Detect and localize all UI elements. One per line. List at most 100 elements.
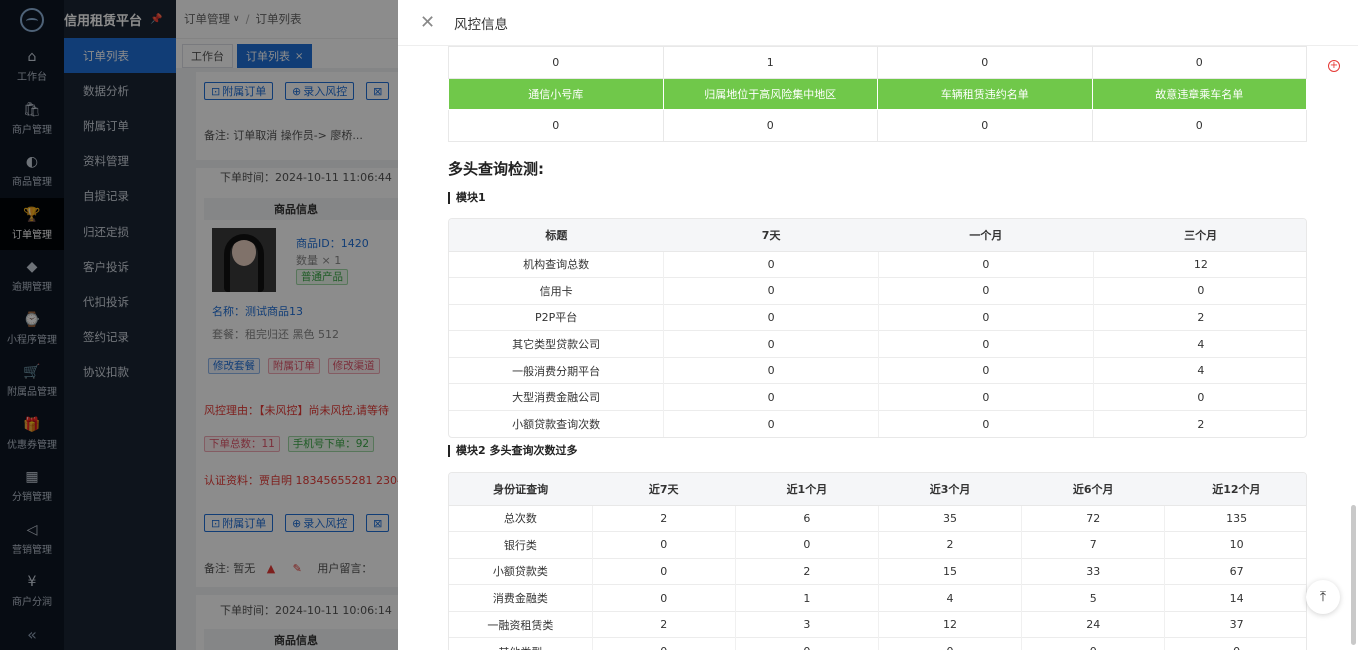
table-cell: 3 bbox=[735, 610, 879, 638]
table-cell: 0 bbox=[878, 303, 1094, 331]
table-cell: P2P平台 bbox=[449, 303, 665, 331]
table-cell: 2 bbox=[735, 557, 879, 585]
table-cell: 2 bbox=[878, 531, 1023, 559]
table-cell: 12 bbox=[1093, 250, 1306, 278]
column-header: 近7天 bbox=[592, 473, 736, 506]
table-cell: 0 bbox=[663, 356, 879, 384]
column-header: 一个月 bbox=[878, 219, 1094, 252]
table-row: 机构查询总数 0 0 12 bbox=[449, 250, 1306, 278]
table-cell: 小额贷款查询次数 bbox=[449, 410, 665, 438]
table-cell: 0 bbox=[1093, 277, 1306, 305]
table-cell: 12 bbox=[878, 610, 1023, 638]
table-cell: 0 bbox=[592, 637, 736, 650]
module-title: 模块1 bbox=[448, 192, 486, 204]
table-cell: 0 bbox=[592, 584, 736, 612]
drawer-title: 风控信息 bbox=[454, 16, 508, 33]
table-cell: 银行类 bbox=[449, 531, 593, 559]
table-cell: 0 bbox=[448, 109, 664, 142]
table-cell: 0 bbox=[878, 410, 1094, 438]
table-cell: 4 bbox=[1093, 356, 1306, 384]
table-cell: 0 bbox=[448, 46, 664, 79]
plus-circle-icon[interactable]: + bbox=[1328, 60, 1340, 72]
table-cell: 72 bbox=[1021, 504, 1166, 532]
risk-list-table: 0 1 0 0 通信小号库 归属地位于高风险集中地区 车辆租赁违约名单 故意违章… bbox=[448, 46, 1307, 142]
back-to-top-button[interactable]: ⤒ bbox=[1306, 580, 1340, 614]
table-cell: 67 bbox=[1164, 557, 1306, 585]
table-cell: 0 bbox=[878, 356, 1094, 384]
column-header: 故意违章乘车名单 bbox=[1091, 78, 1307, 110]
column-header: 标题 bbox=[449, 219, 664, 252]
column-header: 通信小号库 bbox=[448, 78, 664, 110]
table-row: 一融资租赁类 2 3 12 24 37 bbox=[449, 610, 1306, 638]
table-header-row: 通信小号库 归属地位于高风险集中地区 车辆租赁违约名单 故意违章乘车名单 bbox=[448, 78, 1307, 110]
column-header: 三个月 bbox=[1093, 219, 1306, 252]
table-cell: 0 bbox=[1091, 46, 1307, 79]
table-cell: 0 bbox=[663, 330, 879, 358]
table-cell: 其他类型 bbox=[449, 637, 593, 650]
table-cell: 0 bbox=[663, 383, 879, 411]
drawer-body: 0 1 0 0 通信小号库 归属地位于高风险集中地区 车辆租赁违约名单 故意违章… bbox=[398, 46, 1358, 650]
column-header: 归属地位于高风险集中地区 bbox=[662, 78, 878, 110]
drawer-header: ✕ 风控信息 bbox=[398, 0, 1358, 46]
table-cell: 0 bbox=[1093, 383, 1306, 411]
table-cell: 37 bbox=[1164, 610, 1306, 638]
table-cell: 4 bbox=[878, 584, 1023, 612]
table-cell: 0 bbox=[1164, 637, 1306, 650]
table-cell: 0 bbox=[663, 277, 879, 305]
table-row: 0 1 0 0 bbox=[448, 46, 1307, 79]
table-cell: 15 bbox=[878, 557, 1023, 585]
table-row: 总次数 2 6 35 72 135 bbox=[449, 504, 1306, 532]
column-header: 7天 bbox=[663, 219, 879, 252]
table-cell: 14 bbox=[1164, 584, 1306, 612]
section-title: 多头查询检测: bbox=[448, 160, 544, 178]
table-cell: 0 bbox=[1091, 109, 1307, 142]
table-cell: 6 bbox=[735, 504, 879, 532]
table-row: 小额贷款类 0 2 15 33 67 bbox=[449, 557, 1306, 585]
table-cell: 10 bbox=[1164, 531, 1306, 559]
table-row: 小额贷款查询次数 0 0 2 bbox=[449, 410, 1306, 438]
module1-table: 标题 7天 一个月 三个月 机构查询总数 0 0 12 信用卡 0 0 0 P2P平台 0 0 2 其它类型贷… bbox=[448, 218, 1307, 439]
table-row: P2P平台 0 0 2 bbox=[449, 303, 1306, 331]
table-cell: 24 bbox=[1021, 610, 1166, 638]
column-header: 车辆租赁违约名单 bbox=[877, 78, 1093, 110]
table-cell: 0 bbox=[1021, 637, 1166, 650]
table-row: 大型消费金融公司 0 0 0 bbox=[449, 383, 1306, 411]
module-title: 模块2 多头查询次数过多 bbox=[448, 445, 577, 457]
table-cell: 2 bbox=[1093, 410, 1306, 438]
risk-info-drawer: ✕ 风控信息 0 1 0 0 通信小号库 归属地位于高风险集中地区 车辆租赁违约… bbox=[398, 0, 1358, 650]
table-cell: 35 bbox=[878, 504, 1023, 532]
close-icon[interactable]: ✕ bbox=[420, 13, 440, 32]
table-cell: 0 bbox=[878, 277, 1094, 305]
table-cell: 消费金融类 bbox=[449, 584, 593, 612]
table-row: 0 0 0 0 bbox=[448, 109, 1307, 142]
table-cell: 2 bbox=[592, 610, 736, 638]
table-cell: 0 bbox=[735, 637, 879, 650]
table-cell: 0 bbox=[592, 531, 736, 559]
table-row: 银行类 0 0 2 7 10 bbox=[449, 531, 1306, 559]
table-cell: 一般消费分期平台 bbox=[449, 356, 665, 384]
table-cell: 2 bbox=[1093, 303, 1306, 331]
table-cell: 0 bbox=[663, 410, 879, 438]
table-cell: 机构查询总数 bbox=[449, 250, 665, 278]
table-cell: 小额贷款类 bbox=[449, 557, 593, 585]
table-cell: 0 bbox=[878, 383, 1094, 411]
table-cell: 0 bbox=[662, 109, 878, 142]
table-cell: 0 bbox=[878, 637, 1023, 650]
table-cell: 135 bbox=[1164, 504, 1306, 532]
table-cell: 0 bbox=[878, 250, 1094, 278]
column-header: 近1个月 bbox=[735, 473, 879, 506]
column-header: 近12个月 bbox=[1164, 473, 1306, 506]
table-cell: 大型消费金融公司 bbox=[449, 383, 665, 411]
table-row: 其他类型00000 bbox=[449, 637, 1306, 650]
table-row: 信用卡 0 0 0 bbox=[449, 277, 1306, 305]
table-cell: 4 bbox=[1093, 330, 1306, 358]
table-cell: 0 bbox=[878, 330, 1094, 358]
column-header: 近3个月 bbox=[878, 473, 1022, 506]
table-cell: 0 bbox=[735, 531, 879, 559]
table-cell: 0 bbox=[592, 557, 736, 585]
table-cell: 总次数 bbox=[449, 504, 593, 532]
table-cell: 1 bbox=[735, 584, 879, 612]
scrollbar[interactable] bbox=[1351, 505, 1356, 645]
table-cell: 0 bbox=[663, 303, 879, 331]
table-row: 消费金融类 0 1 4 5 14 bbox=[449, 584, 1306, 612]
